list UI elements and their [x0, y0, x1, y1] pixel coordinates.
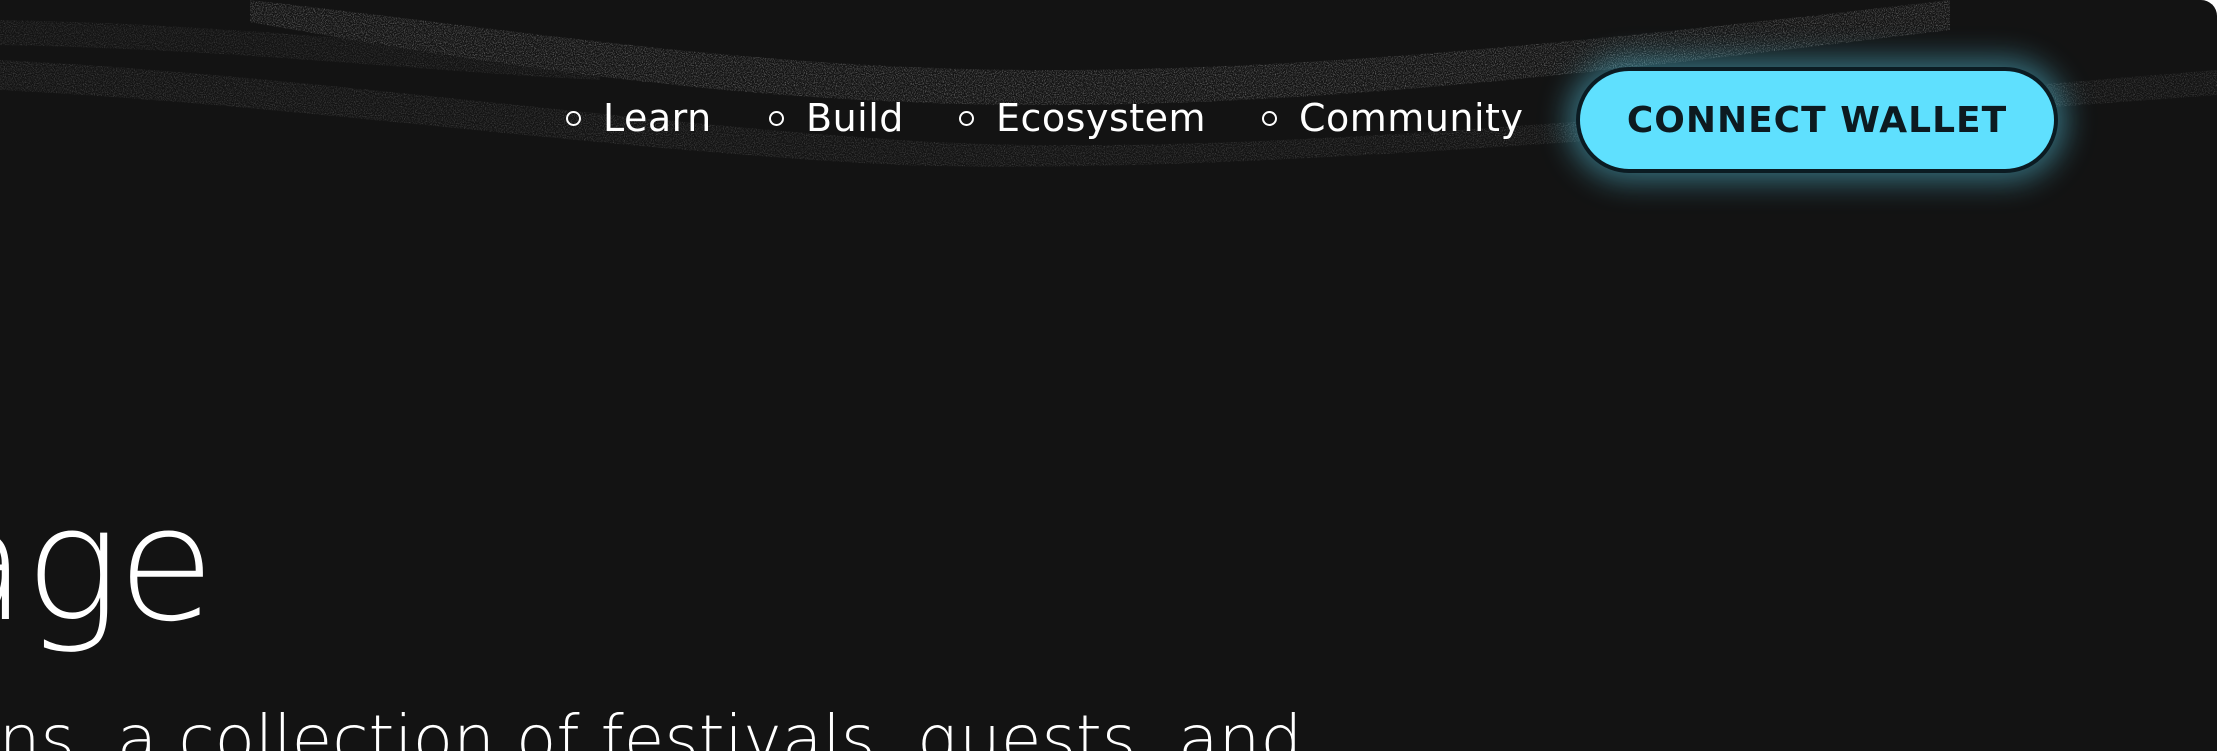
- nav-item-label: Build: [806, 96, 904, 140]
- hero-heading: age: [0, 473, 215, 657]
- circle-bullet-icon: [959, 110, 974, 126]
- circle-bullet-icon: [1262, 110, 1277, 126]
- nav-item-label: Community: [1299, 96, 1524, 140]
- top-navigation: Learn Build Ecosystem Community CONNECT …: [0, 0, 2217, 240]
- nav-item-label: Learn: [603, 96, 712, 140]
- nav-item-learn[interactable]: Learn: [566, 90, 712, 146]
- nav-item-label: Ecosystem: [996, 96, 1207, 140]
- nav-item-community[interactable]: Community: [1262, 90, 1523, 146]
- page-frame: Learn Build Ecosystem Community CONNECT …: [0, 0, 2217, 751]
- nav-item-ecosystem[interactable]: Ecosystem: [959, 90, 1206, 146]
- circle-bullet-icon: [566, 110, 581, 126]
- connect-wallet-button[interactable]: CONNECT WALLET: [1576, 67, 2058, 173]
- circle-bullet-icon: [769, 110, 784, 126]
- nav-item-build[interactable]: Build: [769, 90, 904, 146]
- hero-subtitle: ions, a collection of festivals, quests,…: [0, 701, 1303, 751]
